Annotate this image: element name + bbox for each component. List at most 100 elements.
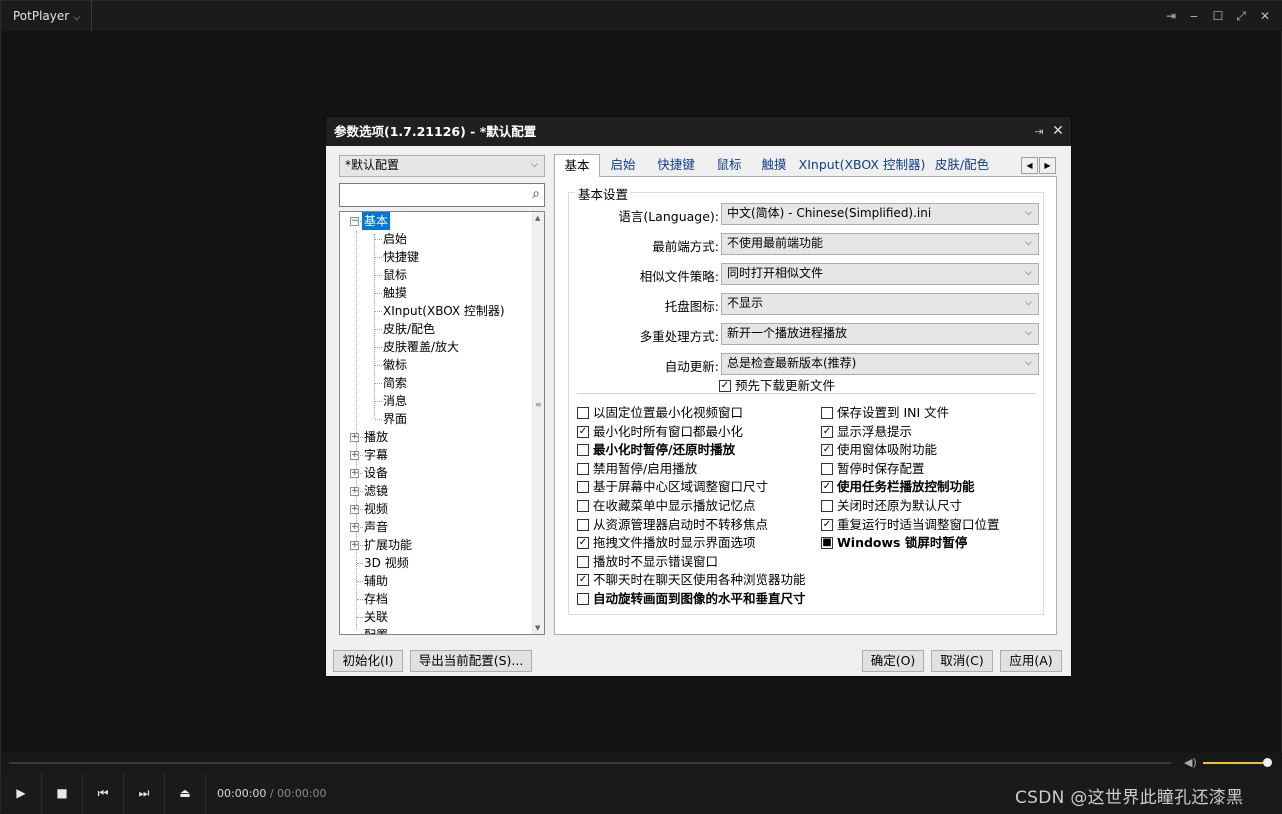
tree-item[interactable]: 触摸 [383,284,407,302]
settings-tree[interactable]: ▲ ≡ ▼ − 基本 启始 快捷键 鼠标 触摸 XInput(XBOX 控制器) 皮肤/配色 皮肤覆… [339,211,545,635]
ok-button[interactable]: 确定(O) [862,650,924,672]
tab-0[interactable]: 基本 [554,154,600,177]
checkbox-box[interactable] [577,444,589,457]
checkbox-box[interactable] [577,462,589,475]
field-select[interactable]: 同时打开相似文件 ⌵ [721,263,1039,285]
tree-item[interactable]: 徽标 [383,356,407,374]
app-menu-button[interactable]: PotPlayer ⌵ [1,1,92,31]
tree-item[interactable]: 界面 [383,410,407,428]
cancel-button[interactable]: 取消(C) [931,650,993,672]
checkbox-box[interactable]: ✓ [821,444,833,457]
checkbox-box[interactable]: ✓ [821,425,833,438]
initialize-button[interactable]: 初始化(I) [333,650,403,672]
profile-value: *默认配置 [345,158,400,172]
field-select[interactable]: 总是检查最新版本(推荐) ⌵ [721,353,1039,375]
export-config-button[interactable]: 导出当前配置(S)... [410,650,532,672]
close-icon[interactable]: ✕ [1049,117,1067,146]
apply-button[interactable]: 应用(A) [1000,650,1062,672]
tree-item[interactable]: 配置 [364,626,388,634]
pin-icon[interactable]: ⇥ [1159,1,1183,31]
checkbox-box[interactable] [577,500,589,512]
tree-scrollbar[interactable]: ▲ ≡ ▼ [532,212,544,634]
seek-track[interactable] [9,762,1171,764]
tab-1[interactable]: 启始 [600,154,646,176]
tab-4[interactable]: 触摸 [752,154,796,176]
checkbox-label: 关闭时还原为默认尺寸 [837,498,963,513]
checkbox-box[interactable]: ■ [821,537,833,550]
next-button[interactable]: ⏭ [124,773,165,814]
tree-item[interactable]: XInput(XBOX 控制器) [383,302,505,320]
field-select[interactable]: 中文(简体) - Chinese(Simplified).ini ⌵ [721,203,1039,225]
maximize-icon[interactable]: ☐ [1206,1,1230,31]
scroll-down-icon[interactable]: ▼ [535,624,540,632]
checkbox-box[interactable]: ✓ [719,380,731,392]
checkbox-box[interactable]: ✓ [821,518,833,531]
profile-select[interactable]: *默认配置 ⌵ [339,155,545,177]
pin-icon[interactable]: ⇥ [1030,117,1048,146]
tree-item[interactable]: 启始 [383,230,407,248]
minimize-icon[interactable]: ‒ [1182,1,1206,31]
search-input[interactable]: ⌕ [339,183,545,207]
tree-item[interactable]: 关联 [364,608,388,626]
tree-item[interactable]: 基本 [362,212,391,230]
tree-item[interactable]: 辅助 [364,572,388,590]
volume-icon[interactable]: ◀) [1184,756,1197,769]
checkbox-box[interactable]: ✓ [821,481,833,494]
field-select[interactable]: 不使用最前端功能 ⌵ [721,233,1039,255]
volume-slider[interactable] [1203,762,1263,764]
stop-button[interactable]: ■ [42,773,83,814]
chevron-down-icon: ⌵ [73,13,81,23]
play-button[interactable]: ▶ [1,773,42,814]
tree-item[interactable]: 鼠标 [383,266,407,284]
tree-item[interactable]: 消息 [383,392,407,410]
tree-item[interactable]: 皮肤/配色 [383,320,435,338]
close-icon[interactable]: ✕ [1253,1,1277,31]
control-bar: ▶ ■ ⏮ ⏭ ⏏ 00:00:00 / 00:00:00 CSDN @这世界此… [1,773,1282,814]
search-icon[interactable]: ⌕ [532,186,540,202]
seek-bar[interactable]: ◀) [1,753,1282,773]
checkbox-box[interactable]: ✓ [577,574,589,587]
tab-3[interactable]: 鼠标 [706,154,752,176]
tree-item[interactable]: 声音 [364,518,388,536]
checkbox-box[interactable] [577,593,589,605]
tree-item[interactable]: 简索 [383,374,407,392]
tree-item[interactable]: 存档 [364,590,388,608]
checkbox-label: 预先下载更新文件 [735,378,836,393]
scroll-thumb[interactable]: ≡ [535,400,542,409]
checkbox-box[interactable] [577,518,589,531]
scroll-up-icon[interactable]: ▲ [535,214,540,222]
field-select[interactable]: 新开一个播放进程播放 ⌵ [721,323,1039,345]
tab-scroll-left-icon[interactable]: ◀ [1021,157,1038,174]
tree-item[interactable]: 播放 [364,428,388,446]
checkbox-box[interactable] [577,555,589,568]
checkbox-box[interactable] [821,407,833,419]
fullscreen-icon[interactable]: ⤢ [1229,1,1253,31]
checkbox-box[interactable] [821,462,833,475]
tree-line [375,257,382,258]
checkbox-box[interactable] [577,407,589,419]
checkbox-label: 最小化时暂停/还原时播放 [593,442,736,458]
checkbox-box[interactable] [577,481,589,494]
tree-line [375,383,382,384]
tab-scroll-right-icon[interactable]: ▶ [1039,157,1056,174]
tree-item[interactable]: 快捷键 [383,248,419,266]
tab-5[interactable]: XInput(XBOX 控制器) [796,154,928,176]
volume-knob[interactable] [1263,758,1272,767]
dialog-title: 参数选项(1.7.21126) - *默认配置 [326,117,1071,146]
tree-item[interactable]: 设备 [364,464,388,482]
tree-item[interactable]: 字幕 [364,446,388,464]
tab-6[interactable]: 皮肤/配色 [928,154,996,176]
checkbox-box[interactable] [821,500,833,512]
tree-item[interactable]: 皮肤覆盖/放大 [383,338,459,356]
tab-2[interactable]: 快捷键 [646,154,706,176]
eject-button[interactable]: ⏏ [165,773,206,814]
checkbox-box[interactable]: ✓ [577,425,589,438]
tree-item[interactable]: 3D 视频 [364,554,409,572]
tree-item[interactable]: 视频 [364,500,388,518]
previous-button[interactable]: ⏮ [83,773,124,814]
current-time: 00:00:00 [217,787,267,800]
tree-item[interactable]: 扩展功能 [364,536,412,554]
checkbox-box[interactable]: ✓ [577,537,589,550]
field-select[interactable]: 不显示 ⌵ [721,293,1039,315]
tree-item[interactable]: 滤镜 [364,482,388,500]
